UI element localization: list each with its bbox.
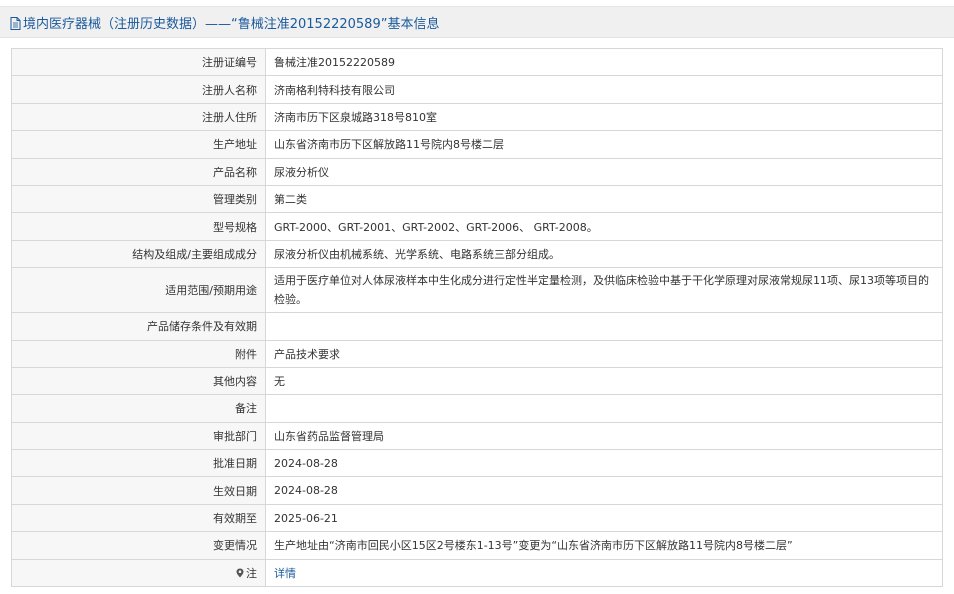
- field-value: 无: [265, 366, 943, 396]
- field-label: 管理类别: [11, 184, 266, 214]
- table-row: 产品储存条件及有效期: [11, 312, 943, 341]
- field-value: [265, 394, 943, 423]
- table-row: 生效日期 2024-08-28: [11, 476, 943, 505]
- table-row: 注册人名称 济南格利特科技有限公司: [11, 75, 943, 104]
- field-label: 批准日期: [11, 449, 266, 478]
- table-row: 适用范围/预期用途 适用于医疗单位对人体尿液样本中生化成分进行定性半定量检测，及供…: [11, 267, 943, 314]
- info-table: 注册证编号 鲁械注准20152220589 注册人名称 济南格利特科技有限公司 注册…: [11, 47, 943, 588]
- note-label-cell: 注: [11, 558, 266, 588]
- field-label: 审批部门: [11, 421, 266, 451]
- field-label: 产品储存条件及有效期: [11, 312, 266, 341]
- field-label: 变更情况: [11, 531, 266, 560]
- field-value: 第二类: [265, 184, 943, 214]
- field-label: 注册人住所: [11, 102, 266, 132]
- table-row: 注 详情: [11, 558, 943, 588]
- table-row: 注册证编号 鲁械注准20152220589: [11, 47, 943, 77]
- field-value: 鲁械注准20152220589: [265, 47, 943, 77]
- table-row: 附件 产品技术要求: [11, 339, 943, 368]
- table-row: 其他内容无: [11, 366, 943, 396]
- table-row: 变更情况 生产地址由“济南市回民小区15区2号楼东1-13号”变更为“山东省济南市…: [11, 531, 943, 560]
- field-label: 备注: [11, 394, 266, 423]
- table-row: 审批部门 山东省药品监督管理局: [11, 421, 943, 451]
- table-row: 有效期至 2025-06-21: [11, 503, 943, 533]
- field-label: 附件: [11, 339, 266, 368]
- field-value: [265, 312, 943, 341]
- field-label: 注册人名称: [11, 75, 266, 104]
- field-value: 生产地址由“济南市回民小区15区2号楼东1-13号”变更为“山东省济南市历下区解…: [265, 531, 943, 560]
- field-value: 2025-06-21: [265, 503, 943, 533]
- table-row: 生产地址 山东省济南市历下区解放路11号院内8号楼二层: [11, 130, 943, 159]
- table-row: 结构及组成/主要组成成分 尿液分析仪由机械系统、光学系统、电路系统三部分组成。: [11, 239, 943, 269]
- table-row: 产品名称 尿液分析仪: [11, 157, 943, 186]
- field-value: 山东省药品监督管理局: [265, 421, 943, 451]
- field-label: 其他内容: [11, 366, 266, 396]
- page-title: 境内医疗器械（注册历史数据）——“鲁械注准20152220589”基本信息: [23, 16, 440, 32]
- note-value-cell: 详情: [265, 558, 943, 588]
- field-value: 济南格利特科技有限公司: [265, 75, 943, 104]
- field-label: 注册证编号: [11, 47, 266, 77]
- field-value: 济南市历下区泉城路318号810室: [265, 102, 943, 132]
- field-value: 适用于医疗单位对人体尿液样本中生化成分进行定性半定量检测，及供临床检验中基于干化…: [265, 267, 943, 314]
- field-label: 生产地址: [11, 130, 266, 159]
- field-value: 山东省济南市历下区解放路11号院内8号楼二层: [265, 130, 943, 159]
- field-value: GRT-2000、GRT-2001、GRT-2002、GRT-2006、 GRT…: [265, 212, 943, 241]
- page-header: 境内医疗器械（注册历史数据）——“鲁械注准20152220589”基本信息: [0, 6, 954, 38]
- field-label: 型号规格: [11, 212, 266, 241]
- document-icon: [10, 16, 21, 30]
- location-pin-icon: [236, 568, 244, 578]
- field-label: 结构及组成/主要组成成分: [11, 239, 266, 269]
- field-label: 适用范围/预期用途: [11, 267, 266, 314]
- field-value: 2024-08-28: [265, 449, 943, 478]
- table-row: 批准日期 2024-08-28: [11, 449, 943, 478]
- table-row: 注册人住所 济南市历下区泉城路318号810室: [11, 102, 943, 132]
- details-link[interactable]: 详情: [274, 567, 296, 580]
- table-row: 型号规格 GRT-2000、GRT-2001、GRT-2002、GRT-2006、…: [11, 212, 943, 241]
- field-label: 产品名称: [11, 157, 266, 186]
- note-label: 注: [246, 566, 257, 580]
- field-label: 有效期至: [11, 503, 266, 533]
- field-value: 产品技术要求: [265, 339, 943, 368]
- field-value: 2024-08-28: [265, 476, 943, 505]
- field-label: 生效日期: [11, 476, 266, 505]
- table-row: 备注: [11, 394, 943, 423]
- field-value: 尿液分析仪: [265, 157, 943, 186]
- field-value: 尿液分析仪由机械系统、光学系统、电路系统三部分组成。: [265, 239, 943, 269]
- table-row: 管理类别 第二类: [11, 184, 943, 214]
